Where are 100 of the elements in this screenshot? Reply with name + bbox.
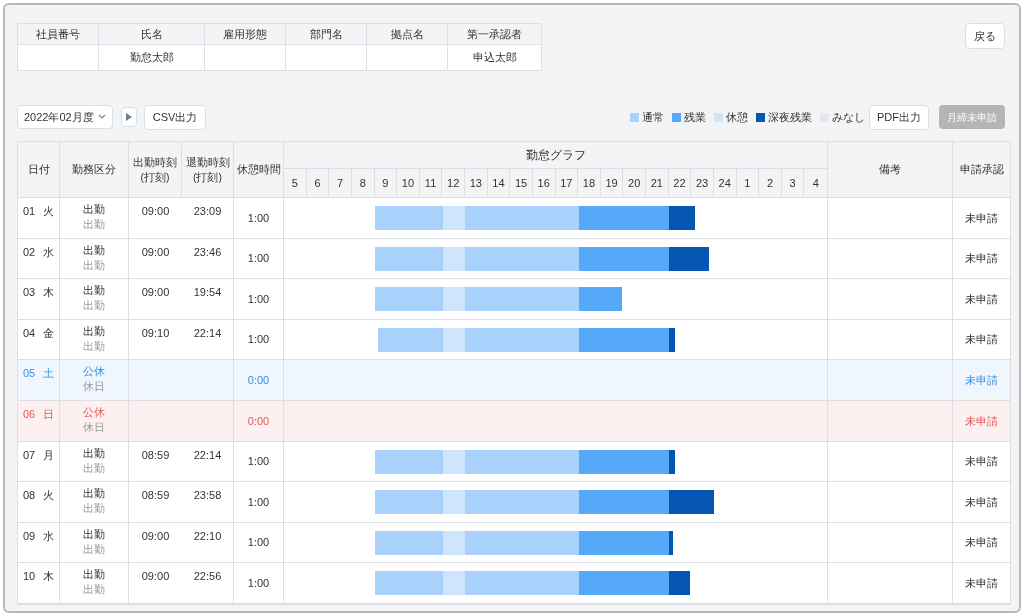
hour-label: 22: [673, 175, 686, 191]
date-text: 09: [23, 528, 36, 544]
break-time: 1:00: [247, 210, 270, 226]
clock-in-time: 08:59: [141, 447, 170, 463]
hour-label: 17: [560, 175, 573, 191]
clock-out-time: 22:14: [193, 447, 222, 463]
hour-label: 15: [514, 175, 528, 191]
hour-label: 13: [469, 175, 482, 191]
approval-status: 未申請: [965, 291, 998, 307]
hour-label: 21: [650, 175, 663, 191]
work-subtype: 出勤: [83, 257, 105, 273]
table-cell-text: 申込太郎: [472, 50, 517, 66]
legend-label: 深夜残業: [768, 109, 812, 125]
date-text: 06: [23, 406, 36, 422]
clock-in-time: 08:59: [141, 488, 170, 504]
clock-in-time: 09:10: [141, 325, 170, 341]
break-time: 1:00: [247, 291, 270, 307]
hour-label: 8: [359, 175, 366, 191]
hour-label: 7: [337, 175, 344, 191]
clock-out-time: 23:09: [193, 204, 222, 219]
weekday-text: 日: [43, 406, 55, 422]
work-subtype: 出勤: [83, 541, 105, 557]
column-header: 拠点名: [367, 24, 448, 44]
column-header: 休憩時間: [236, 162, 281, 177]
hour-label: 19: [605, 175, 618, 191]
next-button[interactable]: [120, 107, 137, 127]
date-text: 04: [23, 325, 36, 341]
clock-in-time: 09:00: [141, 528, 170, 544]
column-header: 氏名: [99, 24, 205, 44]
approval-status: 未申請: [965, 535, 998, 551]
work-subtype: 休日: [83, 379, 105, 395]
play-icon: [125, 113, 132, 121]
weekday-text: 火: [43, 204, 55, 219]
date-text: 08: [23, 488, 36, 504]
column-header: 社員番号: [18, 24, 99, 44]
work-type: 出勤: [83, 202, 105, 217]
date-text: 01: [23, 204, 36, 219]
table-cell-text: 勤怠太郎: [129, 50, 174, 66]
hour-label: 6: [314, 175, 321, 191]
csv-button[interactable]: CSV出力: [143, 104, 207, 130]
work-type: 出勤: [83, 283, 105, 299]
weekday-text: 水: [43, 244, 55, 260]
pdf-button[interactable]: PDF出力: [869, 104, 929, 130]
hour-label: 11: [424, 175, 437, 191]
legend-label: 通常: [642, 109, 664, 125]
work-subtype: 休日: [83, 419, 105, 435]
hour-label: 9: [382, 175, 389, 191]
break-time: 1:00: [247, 332, 270, 348]
hour-label: 14: [492, 175, 505, 191]
column-header: 雇用形態: [205, 24, 286, 44]
hour-label: 23: [695, 175, 709, 191]
work-type: 出勤: [83, 242, 105, 258]
column-header: 申請承認: [959, 162, 1004, 177]
work-subtype: 出勤: [83, 217, 105, 232]
break-time: 1:00: [247, 494, 270, 510]
approval-status: 未申請: [965, 494, 998, 510]
date-text: 10: [23, 569, 36, 585]
weekday-text: 木: [43, 285, 55, 301]
month-select[interactable]: 2022年02月度: [17, 105, 113, 129]
hour-label: 24: [718, 175, 731, 191]
clock-out-time: 23:46: [193, 244, 222, 260]
work-subtype: 出勤: [83, 501, 105, 517]
clock-in-time: 09:00: [141, 204, 170, 219]
date-text: 03: [23, 285, 36, 301]
weekday-text: 火: [43, 488, 55, 504]
work-type: 出勤: [83, 526, 105, 542]
break-time: 1:00: [247, 454, 270, 470]
back-button[interactable]: 戻る: [965, 23, 1005, 49]
clock-out-time: 22:14: [193, 325, 222, 341]
approval-status: 未申請: [965, 332, 998, 348]
column-header: 退勤時刻 (打刻): [185, 154, 230, 185]
work-subtype: 出勤: [83, 298, 105, 314]
work-type: 出勤: [83, 445, 105, 461]
approval-status: 未申請: [965, 372, 998, 388]
approval-status: 未申請: [965, 454, 998, 470]
column-header: 部門名: [286, 24, 367, 44]
hour-label: 12: [447, 175, 460, 191]
work-type: 出勤: [83, 486, 105, 502]
break-time: 1:00: [247, 535, 270, 551]
work-type: 出勤: [83, 567, 105, 583]
column-header: 備考: [879, 162, 901, 177]
weekday-text: 水: [43, 528, 55, 544]
legend-label: 残業: [684, 109, 706, 125]
hour-label: 20: [628, 175, 641, 191]
work-type: 出勤: [83, 323, 105, 339]
clock-in-time: 09:00: [141, 285, 170, 301]
hour-label: 3: [789, 175, 796, 191]
date-text: 02: [23, 244, 36, 260]
break-time: 0:00: [247, 413, 270, 429]
clock-in-time: 09:00: [141, 244, 170, 260]
column-header: 第一承認者: [466, 26, 523, 42]
weekday-text: 木: [43, 569, 55, 585]
break-time: 0:00: [247, 372, 270, 388]
clock-out-time: 23:58: [193, 488, 222, 504]
hour-label: 4: [812, 175, 819, 191]
approval-status: 未申請: [965, 251, 998, 267]
column-header: 勤務区分: [72, 162, 116, 177]
approval-status: 未申請: [965, 210, 998, 226]
work-subtype: 出勤: [83, 582, 105, 598]
break-time: 1:00: [247, 251, 270, 267]
